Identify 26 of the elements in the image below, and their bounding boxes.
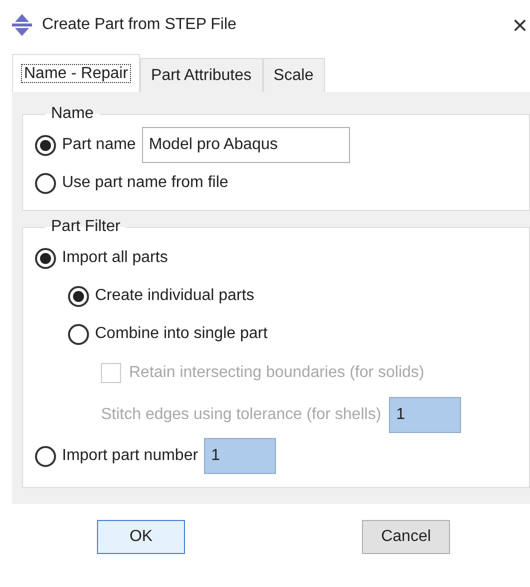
option-label: Import all parts <box>62 248 168 268</box>
tab[interactable]: Scale <box>262 58 325 92</box>
tab[interactable]: Part Attributes <box>140 58 263 92</box>
cancel-button[interactable]: Cancel <box>362 520 450 554</box>
close-button[interactable]: × <box>510 12 530 38</box>
input-field[interactable]: Model pro Abaqus <box>142 127 350 163</box>
radio-button[interactable] <box>35 172 56 194</box>
app-icon <box>10 13 34 37</box>
group-title: Name <box>50 104 95 124</box>
radio-button[interactable] <box>35 134 56 156</box>
tab[interactable]: Name - Repair <box>12 54 140 92</box>
option-label: Create individual parts <box>95 286 254 306</box>
radio-button[interactable] <box>35 248 56 268</box>
group-title: Part Filter <box>50 217 122 237</box>
field-label: Stitch edges using tolerance (for shells) <box>101 405 382 425</box>
radio-button[interactable] <box>68 286 89 306</box>
option-label: Import part number <box>62 446 198 466</box>
option-label: Combine into single part <box>95 324 268 344</box>
radio-button[interactable] <box>68 324 89 344</box>
window-title: Create Part from STEP File <box>42 15 236 35</box>
option-label: Use part name from file <box>62 173 228 193</box>
radio-button[interactable] <box>35 446 56 466</box>
option-label: Part name <box>62 135 136 155</box>
ok-button[interactable]: OK <box>97 520 185 554</box>
option-label: Retain intersecting boundaries (for solids) <box>129 363 424 383</box>
input-field[interactable]: 1 <box>204 438 276 474</box>
